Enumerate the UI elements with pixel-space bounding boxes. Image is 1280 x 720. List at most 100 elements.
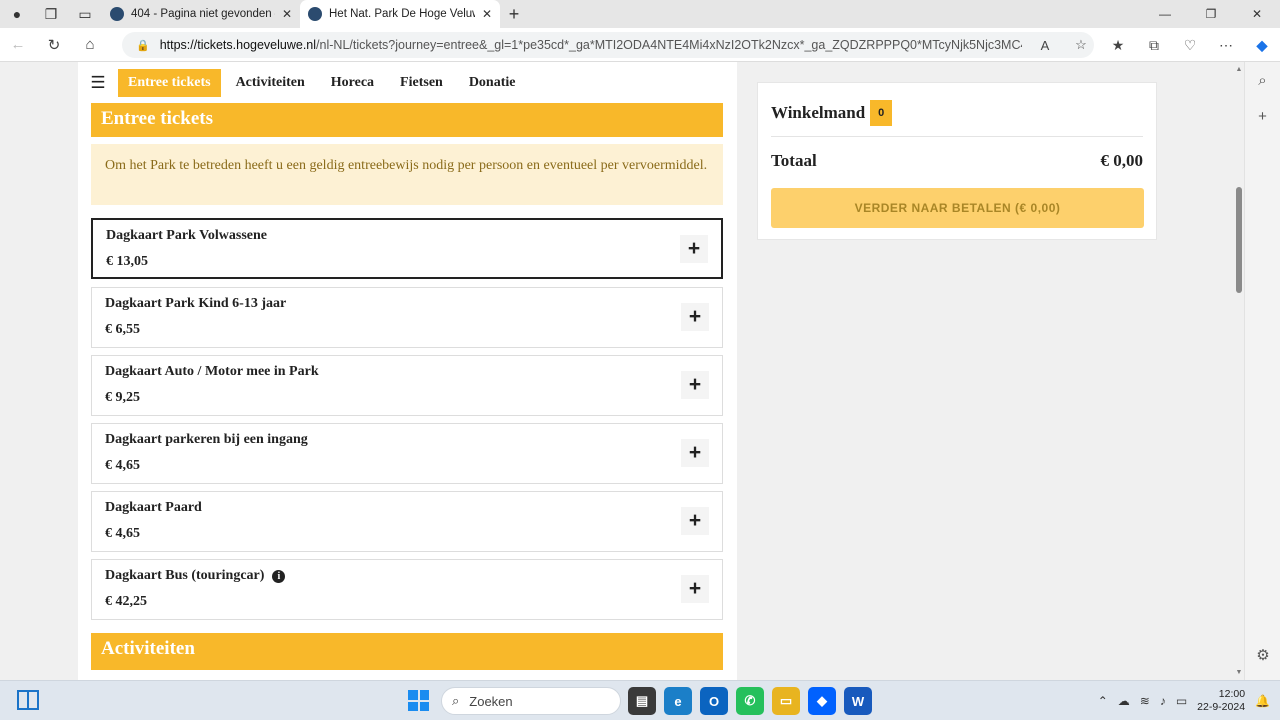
taskbar-clock[interactable]: 12:00 22-9-2024	[1197, 688, 1245, 714]
scroll-down-arrow-icon[interactable]: ▼	[1235, 669, 1243, 676]
ticket-name-text: Dagkaart parkeren bij een ingang	[105, 432, 308, 447]
clock-date: 22-9-2024	[1197, 701, 1246, 713]
ticket-row: Dagkaart Paard € 4,65 +	[91, 491, 723, 552]
ticket-row: Dagkaart Bus (touringcar) i € 42,25 +	[91, 559, 723, 620]
lock-icon[interactable]: 🔒	[136, 39, 150, 52]
add-ticket-plus-icon[interactable]: +	[680, 235, 708, 263]
cart-title: Winkelmand 0	[771, 100, 893, 126]
ticket-row: Dagkaart parkeren bij een ingang € 4,65 …	[91, 423, 723, 484]
add-ticket-plus-icon[interactable]: +	[681, 371, 709, 399]
volume-icon[interactable]: ♪	[1160, 694, 1166, 708]
wifi-icon[interactable]: ≋	[1140, 694, 1150, 708]
show-hidden-icons-chevron-icon[interactable]: ⌃	[1098, 694, 1108, 708]
scroll-up-arrow-icon[interactable]: ▲	[1235, 66, 1243, 73]
ticket-name: Dagkaart parkeren bij een ingang	[105, 432, 308, 448]
browser-essentials-icon[interactable]: ♡	[1172, 37, 1208, 54]
browser-tab-404[interactable]: 404 - Pagina niet gevonden — Pa ✕	[102, 0, 300, 28]
word-app-icon[interactable]: W	[844, 687, 872, 715]
ticket-price: € 4,65	[105, 458, 140, 473]
profile-icon[interactable]: ●	[0, 0, 34, 28]
ticket-row: Dagkaart Auto / Motor mee in Park € 9,25…	[91, 355, 723, 416]
battery-icon[interactable]: ▭	[1176, 694, 1187, 708]
hamburger-menu-icon[interactable]: ☰	[78, 73, 118, 93]
home-icon[interactable]: ⌂	[72, 36, 108, 53]
cart-divider	[771, 136, 1143, 137]
ticket-name-text: Dagkaart Paard	[105, 500, 202, 515]
close-tab-icon[interactable]: ✕	[282, 7, 292, 21]
back-icon[interactable]: ←	[0, 36, 36, 53]
add-ticket-plus-icon[interactable]: +	[681, 303, 709, 331]
address-bar-row: ← ↻ ⌂ 🔒 https://tickets.hogeveluwe.nl/nl…	[0, 28, 1280, 62]
nav-tab-activiteiten[interactable]: Activiteiten	[223, 69, 318, 97]
proceed-to-payment-button[interactable]: VERDER NAAR BETALEN (€ 0,00)	[771, 188, 1144, 228]
nav-tab-entree-tickets[interactable]: Entree tickets	[118, 69, 221, 97]
browser-tab-hogeveluwe[interactable]: Het Nat. Park De Hoge Veluwe - C ✕	[300, 0, 500, 28]
favorites-icon[interactable]: ★	[1100, 37, 1136, 54]
whatsapp-app-icon[interactable]: ✆	[736, 687, 764, 715]
scrollbar-thumb[interactable]	[1236, 187, 1242, 293]
url-text[interactable]: https://tickets.hogeveluwe.nl/nl-NL/tick…	[160, 38, 1022, 52]
folder-app-icon[interactable]: ▭	[772, 687, 800, 715]
ticket-row: Dagkaart Park Kind 6-13 jaar € 6,55 +	[91, 287, 723, 348]
ticket-price: € 6,55	[105, 322, 140, 337]
edge-browser-app-icon[interactable]: e	[664, 687, 692, 715]
taskbar-search[interactable]: ⌕ Zoeken	[441, 687, 621, 715]
ticket-name: Dagkaart Paard	[105, 500, 202, 516]
sidebar-search-icon[interactable]: ⌕	[1245, 72, 1280, 98]
new-tab-icon[interactable]: +	[500, 4, 528, 25]
info-icon[interactable]: i	[272, 569, 286, 583]
start-windows-icon[interactable]	[408, 690, 429, 711]
ticket-name-text: Dagkaart Park Kind 6-13 jaar	[105, 296, 287, 311]
nav-tab-fietsen[interactable]: Fietsen	[387, 69, 456, 97]
ticket-name-text: Dagkaart Auto / Motor mee in Park	[105, 364, 319, 379]
search-icon: ⌕	[452, 693, 460, 708]
ticket-price: € 4,65	[105, 526, 140, 541]
section-heading-activiteiten: Activiteiten	[91, 633, 723, 670]
site-favicon-icon	[308, 7, 322, 21]
ticket-name: Dagkaart Bus (touringcar) i	[105, 568, 286, 584]
outlook-app-icon[interactable]: O	[700, 687, 728, 715]
page-scrollbar[interactable]: ▲ ▼	[1234, 62, 1244, 680]
ticket-price: € 9,25	[105, 390, 140, 405]
copilot-icon[interactable]: ◆	[1244, 37, 1280, 54]
cart-total-label: Totaal	[771, 151, 817, 170]
sidebar-settings-gear-icon[interactable]: ⚙	[1245, 646, 1280, 672]
ticket-name: Dagkaart Park Kind 6-13 jaar	[105, 296, 286, 312]
read-aloud-icon[interactable]: A	[1032, 38, 1058, 53]
onedrive-cloud-icon[interactable]: ☁	[1118, 694, 1130, 708]
close-window-icon[interactable]: ✕	[1234, 0, 1280, 28]
add-ticket-plus-icon[interactable]: +	[681, 439, 709, 467]
favorite-star-icon[interactable]: ☆	[1068, 37, 1094, 53]
task-view-widget-icon[interactable]	[17, 690, 39, 710]
file-explorer-app-icon[interactable]: ▤	[628, 687, 656, 715]
collections-icon[interactable]: ❐	[34, 0, 68, 28]
cart-title-text: Winkelmand	[771, 103, 866, 122]
sidebar-add-icon[interactable]: +	[1245, 108, 1280, 134]
ticket-name: Dagkaart Auto / Motor mee in Park	[105, 364, 319, 380]
ticket-name: Dagkaart Park Volwassene	[106, 228, 267, 244]
browser-toolbar: ★ ⧉ ♡ ⋯ ◆	[1100, 28, 1280, 62]
nav-tab-donatie[interactable]: Donatie	[456, 69, 529, 97]
edge-sidebar: ⌕ + ⚙	[1244, 62, 1280, 680]
url-field[interactable]: 🔒 https://tickets.hogeveluwe.nl/nl-NL/ti…	[122, 32, 1094, 58]
nav-tab-horeca[interactable]: Horeca	[318, 69, 387, 97]
cart-count-badge: 0	[870, 100, 893, 126]
refresh-icon[interactable]: ↻	[36, 36, 72, 54]
notifications-bell-icon[interactable]: 🔔	[1255, 694, 1270, 708]
add-ticket-plus-icon[interactable]: +	[681, 507, 709, 535]
collections-toolbar-icon[interactable]: ⧉	[1136, 37, 1172, 54]
dropbox-app-icon[interactable]: ◆	[808, 687, 836, 715]
cart-total-value: € 0,00	[1100, 151, 1144, 170]
more-menu-icon[interactable]: ⋯	[1208, 37, 1244, 54]
maximize-icon[interactable]: ❐	[1188, 0, 1234, 28]
system-tray: ⌃ ☁ ≋ ♪ ▭ 12:00 22-9-2024 🔔	[1098, 681, 1270, 720]
add-ticket-plus-icon[interactable]: +	[681, 575, 709, 603]
taskbar-apps: ▤ e O ✆ ▭ ◆ W	[628, 687, 872, 715]
minimize-icon[interactable]: —	[1142, 0, 1188, 28]
ticket-category-nav: ☰ Entree tickets Activiteiten Horeca Fie…	[78, 62, 737, 104]
ticket-name-text: Dagkaart Park Volwassene	[106, 228, 268, 243]
tab-actions-icon[interactable]: ▭	[68, 0, 102, 28]
entree-info-text: Om het Park te betreden heeft u een geld…	[91, 144, 723, 205]
close-tab-icon[interactable]: ✕	[482, 7, 492, 21]
page-viewport: ☰ Entree tickets Activiteiten Horeca Fie…	[0, 62, 1244, 680]
